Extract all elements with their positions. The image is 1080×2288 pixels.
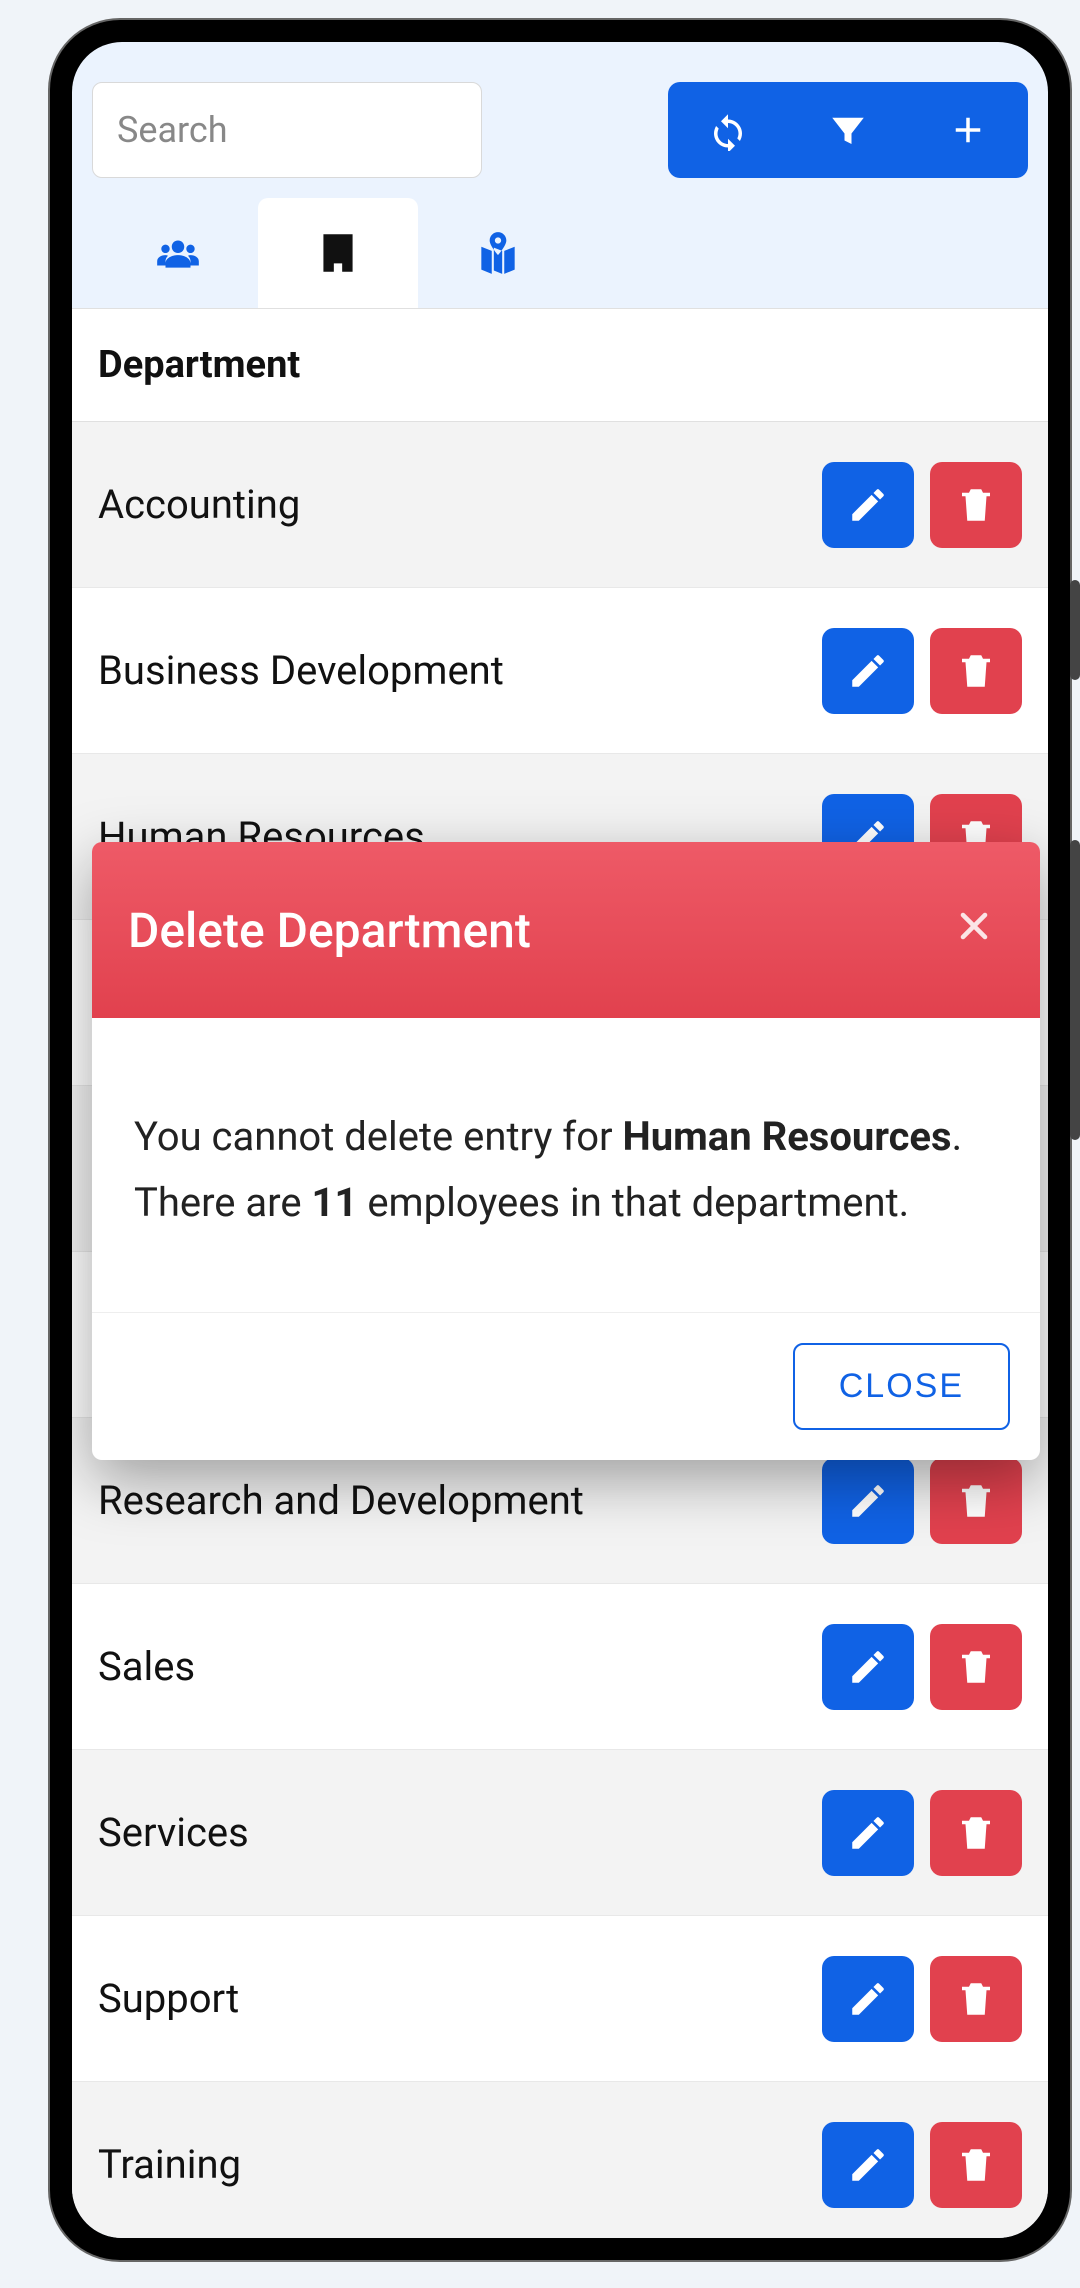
- tab-people[interactable]: [98, 198, 258, 308]
- row-actions: [822, 1458, 1022, 1544]
- toolbar-actions: [668, 82, 1028, 178]
- table-row: Support: [72, 1916, 1048, 2082]
- row-actions: [822, 628, 1022, 714]
- trash-icon: [955, 1812, 997, 1854]
- modal-footer: CLOSE: [92, 1313, 1040, 1460]
- edit-button[interactable]: [822, 1458, 914, 1544]
- modal-text: You cannot delete entry for: [134, 1113, 623, 1160]
- department-name: Support: [98, 1975, 822, 2022]
- people-icon: [153, 228, 203, 278]
- refresh-button[interactable]: [668, 82, 788, 178]
- modal-header: Delete Department: [92, 842, 1040, 1018]
- edit-icon: [847, 650, 889, 692]
- row-actions: [822, 1956, 1022, 2042]
- trash-icon: [955, 650, 997, 692]
- table-row: Services: [72, 1750, 1048, 1916]
- department-name: Training: [98, 2141, 822, 2188]
- edit-icon: [847, 1646, 889, 1688]
- department-name: Research and Development: [98, 1477, 822, 1524]
- department-name: Services: [98, 1809, 822, 1856]
- close-icon: [952, 904, 996, 948]
- delete-button[interactable]: [930, 2122, 1022, 2208]
- building-icon: [313, 228, 363, 278]
- modal-body: You cannot delete entry for Human Resour…: [92, 1018, 1040, 1313]
- trash-icon: [955, 484, 997, 526]
- trash-icon: [955, 1480, 997, 1522]
- trash-icon: [955, 1646, 997, 1688]
- delete-button[interactable]: [930, 462, 1022, 548]
- edit-icon: [847, 484, 889, 526]
- refresh-icon: [707, 109, 749, 151]
- filter-button[interactable]: [788, 82, 908, 178]
- search-placeholder: Search: [117, 109, 228, 151]
- edit-button[interactable]: [822, 1956, 914, 2042]
- table-row: Accounting: [72, 422, 1048, 588]
- edit-button[interactable]: [822, 1790, 914, 1876]
- phone-side-button: [1070, 580, 1080, 680]
- search-input[interactable]: Search: [92, 82, 482, 178]
- edit-button[interactable]: [822, 628, 914, 714]
- delete-modal: Delete Department You cannot delete entr…: [92, 842, 1040, 1460]
- tab-department[interactable]: [258, 198, 418, 308]
- edit-button[interactable]: [822, 1624, 914, 1710]
- row-actions: [822, 1790, 1022, 1876]
- edit-icon: [847, 1480, 889, 1522]
- app-screen: Search: [72, 42, 1048, 2238]
- department-name: Accounting: [98, 481, 822, 528]
- add-button[interactable]: [908, 82, 1028, 178]
- department-name: Business Development: [98, 647, 822, 694]
- plus-icon: [947, 109, 989, 151]
- modal-text: employees in that department.: [357, 1179, 909, 1226]
- delete-button[interactable]: [930, 1790, 1022, 1876]
- modal-close-button[interactable]: [944, 900, 1004, 961]
- modal-title: Delete Department: [128, 902, 531, 959]
- row-actions: [822, 462, 1022, 548]
- edit-button[interactable]: [822, 2122, 914, 2208]
- close-button[interactable]: CLOSE: [793, 1343, 1010, 1430]
- list-header: Department: [72, 308, 1048, 422]
- table-row: Sales: [72, 1584, 1048, 1750]
- row-actions: [822, 2122, 1022, 2208]
- phone-frame: Search: [50, 20, 1070, 2260]
- tabs: [72, 198, 1048, 308]
- delete-button[interactable]: [930, 1956, 1022, 2042]
- edit-button[interactable]: [822, 462, 914, 548]
- table-row: Training: [72, 2082, 1048, 2238]
- delete-button[interactable]: [930, 628, 1022, 714]
- delete-button[interactable]: [930, 1624, 1022, 1710]
- topbar: Search: [72, 42, 1048, 198]
- trash-icon: [955, 2144, 997, 2186]
- phone-side-button: [1070, 840, 1080, 1140]
- modal-entity: Human Resources: [623, 1113, 952, 1160]
- trash-icon: [955, 1978, 997, 2020]
- filter-icon: [827, 109, 869, 151]
- edit-icon: [847, 1978, 889, 2020]
- table-row: Business Development: [72, 588, 1048, 754]
- edit-icon: [847, 1812, 889, 1854]
- map-icon: [473, 228, 523, 278]
- row-actions: [822, 1624, 1022, 1710]
- tab-location[interactable]: [418, 198, 578, 308]
- modal-count: 11: [312, 1179, 358, 1226]
- department-name: Sales: [98, 1643, 822, 1690]
- edit-icon: [847, 2144, 889, 2186]
- delete-button[interactable]: [930, 1458, 1022, 1544]
